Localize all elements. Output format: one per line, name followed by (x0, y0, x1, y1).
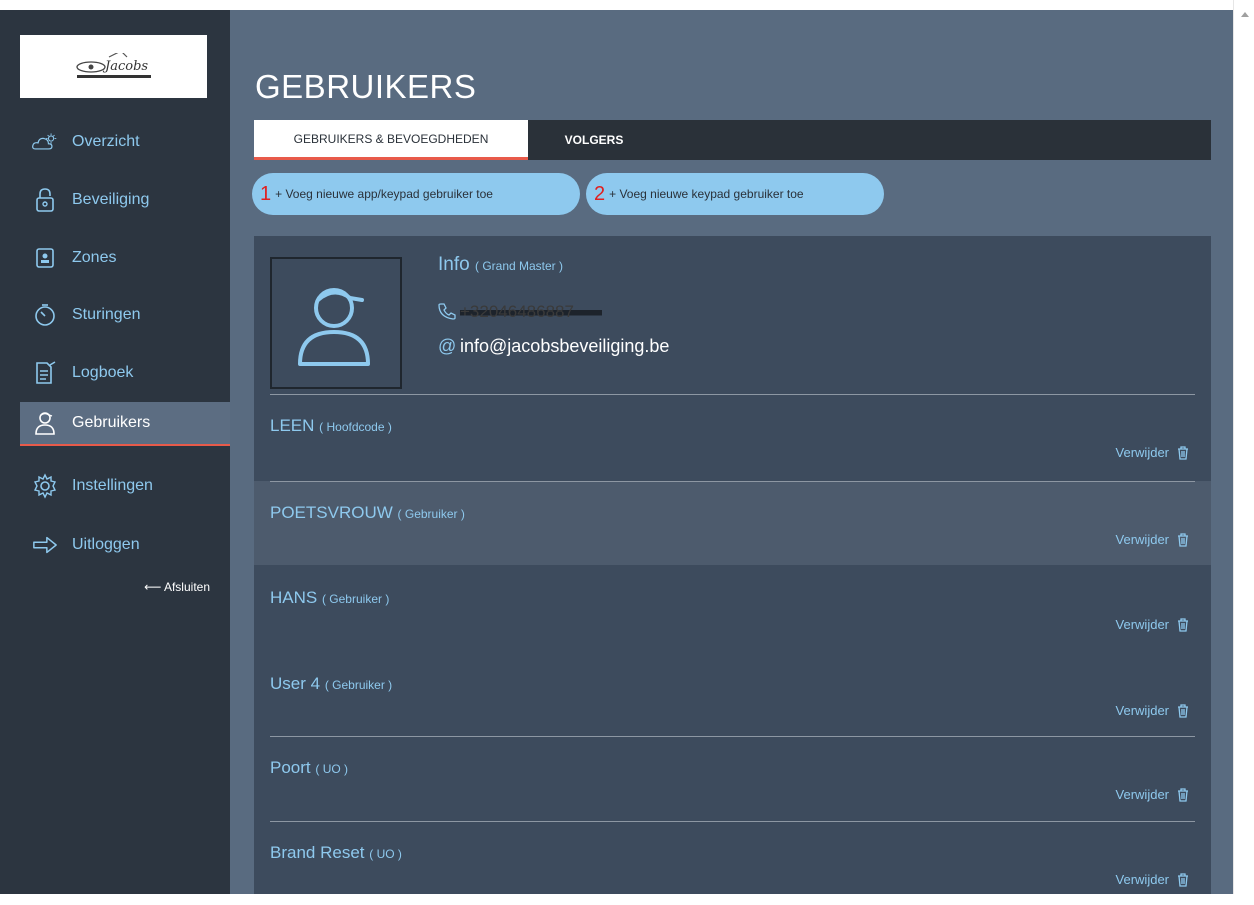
delete-label: Verwijder (1115, 787, 1169, 802)
sidebar-item-label: Uitloggen (72, 536, 140, 553)
email-at-icon: @ (438, 336, 457, 356)
sidebar-item-label: Instellingen (72, 477, 153, 494)
user-role: ( UO ) (369, 847, 402, 861)
sidebar-item-sturingen[interactable]: Sturingen (20, 297, 230, 333)
trash-icon (1178, 703, 1188, 718)
grand-master-name: Info ( Grand Master ) (438, 254, 563, 276)
trash-icon (1178, 872, 1188, 887)
user-name-label: User 4 ( Gebruiker ) (270, 674, 392, 694)
annotation-number: 1 (260, 182, 272, 205)
user-name: LEEN (270, 416, 315, 435)
timer-icon (32, 302, 58, 328)
sidebar-item-zones[interactable]: Zones (20, 240, 230, 276)
sidebar-item-instellingen[interactable]: Instellingen (20, 468, 230, 504)
button-label: + Voeg nieuwe app/keypad gebruiker toe (275, 187, 493, 201)
zone-icon (32, 245, 58, 271)
logo-mark: Jacobs (75, 52, 151, 78)
annotation-number: 2 (594, 182, 606, 205)
row-divider (270, 481, 1195, 482)
logout-arrow-icon (32, 532, 58, 558)
user-row[interactable]: LEEN ( Hoofdcode ) Verwijder (254, 394, 1211, 478)
sidebar-item-label: Sturingen (72, 306, 141, 323)
user-icon (32, 410, 58, 436)
sidebar-item-logboek[interactable]: Logboek (20, 355, 230, 391)
close-sidebar-link[interactable]: ⟵ Afsluiten (144, 580, 210, 594)
delete-label: Verwijder (1115, 445, 1169, 460)
delete-user-button[interactable]: Verwijder (1116, 445, 1189, 460)
delete-user-button[interactable]: Verwijder (1116, 532, 1189, 547)
button-label: + Voeg nieuwe keypad gebruiker toe (609, 187, 804, 201)
delete-label: Verwijder (1115, 703, 1169, 718)
logbook-icon (32, 360, 58, 386)
cloud-sun-icon (32, 129, 58, 155)
user-row[interactable]: Brand Reset ( UO ) Verwijder (254, 821, 1211, 905)
trash-icon (1178, 532, 1188, 547)
user-name: Brand Reset (270, 843, 365, 862)
user-name-label: Poort ( UO ) (270, 758, 348, 778)
user-name: HANS (270, 588, 318, 607)
user-name-label: HANS ( Gebruiker ) (270, 588, 389, 608)
delete-user-button[interactable]: Verwijder (1116, 703, 1189, 718)
sidebar-item-label: Logboek (72, 364, 134, 381)
sidebar-item-gebruikers[interactable]: Gebruikers (20, 402, 230, 446)
trash-icon (1178, 617, 1188, 632)
sidebar-item-label: Zones (72, 249, 117, 266)
user-role: ( Hoofdcode ) (319, 420, 392, 434)
user-row[interactable]: HANS ( Gebruiker ) Verwijder (254, 566, 1211, 650)
user-role: ( Gebruiker ) (324, 678, 393, 692)
users-panel: Info ( Grand Master ) +32046486887 @ inf… (254, 236, 1211, 894)
trash-icon (1178, 445, 1188, 460)
app-window: Jacobs Overzicht Beveiliging Zones Sturi… (0, 0, 1254, 894)
sidebar-item-label: Gebruikers (72, 414, 151, 431)
gear-icon (32, 473, 58, 499)
phone-icon (438, 302, 456, 325)
grand-master-email: info@jacobsbeveiliging.be (460, 336, 670, 356)
delete-label: Verwijder (1115, 872, 1169, 887)
add-app-keypad-user-button[interactable]: 1 + Voeg nieuwe app/keypad gebruiker toe (252, 173, 580, 215)
user-name: User 4 (270, 674, 321, 693)
sidebar-item-beveiliging[interactable]: Beveiliging (20, 182, 230, 218)
sidebar: Jacobs Overzicht Beveiliging Zones Sturi… (0, 10, 230, 894)
trash-icon (1178, 787, 1188, 802)
row-divider (270, 821, 1195, 822)
user-name-label: LEEN ( Hoofdcode ) (270, 416, 392, 436)
user-avatar-icon (298, 288, 370, 366)
vertical-scrollbar[interactable] (1233, 0, 1254, 894)
delete-user-button[interactable]: Verwijder (1116, 787, 1189, 802)
main-content: GEBRUIKERS GEBRUIKERS & BEVOEGDHEDEN VOL… (230, 10, 1233, 894)
user-name: POETSVROUW (270, 503, 393, 522)
delete-label: Verwijder (1115, 617, 1169, 632)
sidebar-item-uitloggen[interactable]: Uitloggen (20, 527, 230, 563)
user-row[interactable]: POETSVROUW ( Gebruiker ) Verwijder (254, 481, 1211, 565)
user-name-label: POETSVROUW ( Gebruiker ) (270, 503, 465, 523)
user-avatar (270, 257, 402, 389)
delete-user-button[interactable]: Verwijder (1116, 872, 1189, 887)
user-name: Info (438, 254, 470, 275)
user-role: ( Grand Master ) (474, 259, 564, 273)
scroll-up-arrow-icon[interactable] (1241, 12, 1249, 17)
row-divider (270, 736, 1195, 737)
tab-followers[interactable]: VOLGERS (554, 120, 634, 160)
tab-bar: GEBRUIKERS & BEVOEGDHEDEN VOLGERS (254, 120, 1211, 160)
user-name: Poort (270, 758, 311, 777)
delete-label: Verwijder (1115, 532, 1169, 547)
row-divider (270, 394, 1195, 395)
user-role: ( Gebruiker ) (397, 507, 465, 521)
user-role: ( UO ) (315, 762, 349, 776)
svg-text:Jacobs: Jacobs (102, 59, 148, 74)
company-logo[interactable]: Jacobs (20, 35, 207, 98)
sidebar-item-overzicht[interactable]: Overzicht (20, 124, 230, 160)
user-name-label: Brand Reset ( UO ) (270, 843, 402, 863)
user-row[interactable]: Poort ( UO ) Verwijder (254, 736, 1211, 820)
user-row[interactable]: User 4 ( Gebruiker ) Verwijder (254, 652, 1211, 736)
lock-icon (32, 187, 58, 213)
user-role: ( Gebruiker ) (321, 592, 390, 606)
tab-users-permissions[interactable]: GEBRUIKERS & BEVOEGDHEDEN (254, 120, 528, 160)
sidebar-item-label: Overzicht (72, 133, 140, 150)
page-title: GEBRUIKERS (255, 68, 477, 105)
add-keypad-user-button[interactable]: 2 + Voeg nieuwe keypad gebruiker toe (586, 173, 884, 215)
sidebar-item-label: Beveiliging (72, 191, 150, 208)
delete-user-button[interactable]: Verwijder (1116, 617, 1189, 632)
grand-master-phone: +32046486887 (460, 303, 602, 321)
